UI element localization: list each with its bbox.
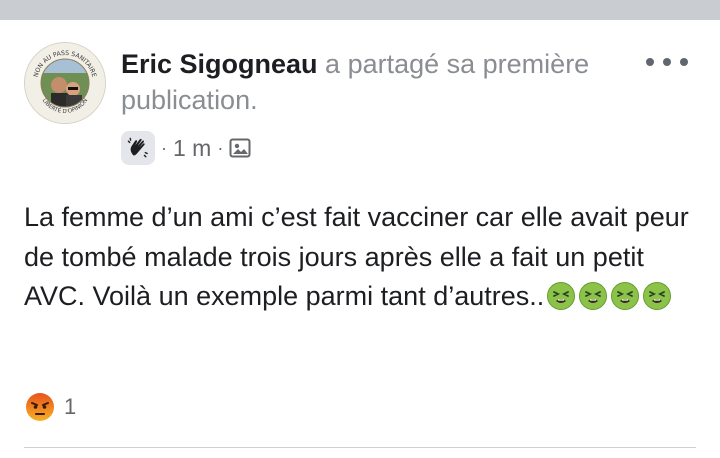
post-header-text: Eric Sigogneau a partagé sa première pub…: [121, 46, 641, 118]
post-body: La femme d’un ami c’est fait vacciner ca…: [24, 198, 704, 323]
angry-reaction-icon: [26, 393, 54, 421]
more-options-icon[interactable]: [646, 52, 688, 72]
author-name[interactable]: Eric Sigogneau: [121, 49, 318, 79]
divider: [24, 447, 696, 448]
nauseated-face-emoji: [643, 282, 672, 310]
nauseated-face-emoji: [611, 282, 640, 310]
reactions-summary[interactable]: 1: [24, 391, 76, 423]
photo-audience-icon[interactable]: [229, 138, 251, 158]
post-meta: · 1 m ·: [121, 131, 251, 165]
nauseated-face-emoji: [547, 282, 576, 310]
avatar[interactable]: NON AU PASS SANITAIRE LIBERTÉ D'OPINION: [24, 42, 106, 124]
reaction-count[interactable]: 1: [64, 394, 76, 420]
top-gray-strip: [0, 0, 720, 20]
meta-separator: ·: [217, 137, 224, 158]
post-time[interactable]: 1 m: [173, 135, 211, 162]
nauseated-face-emoji: [579, 282, 608, 310]
waving-hand-icon[interactable]: [121, 131, 155, 165]
emoji-row: [544, 281, 672, 323]
meta-separator: ·: [161, 137, 167, 158]
